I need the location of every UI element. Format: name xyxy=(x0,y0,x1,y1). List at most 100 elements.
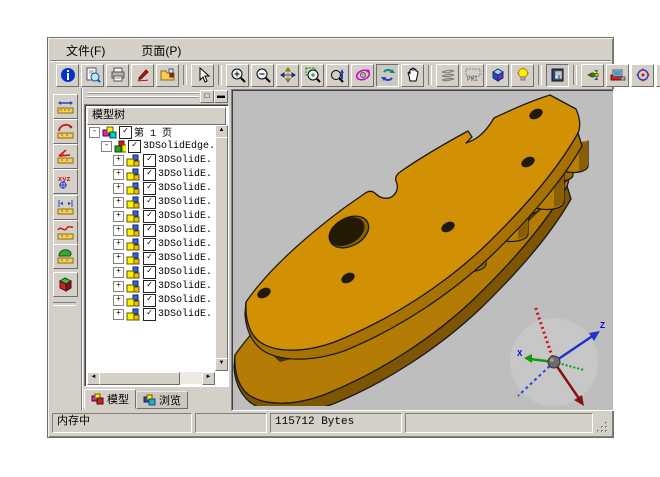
expander-icon[interactable]: + xyxy=(113,169,124,180)
scroll-right-icon[interactable]: ► xyxy=(202,372,215,385)
node-checkbox[interactable]: ✓ xyxy=(143,210,156,223)
tab-browse[interactable]: 浏览 xyxy=(136,391,188,409)
tree-node-label[interactable]: 3DSolidE. xyxy=(158,169,212,180)
measure-angle-button[interactable] xyxy=(53,144,78,169)
tree-row-part[interactable]: + ✓ 3DSolidE. xyxy=(87,279,215,293)
open-file-button[interactable] xyxy=(156,64,179,87)
expander-icon[interactable]: - xyxy=(89,127,100,138)
tree-row-page[interactable]: - ✓ 第 1 页 xyxy=(87,125,215,139)
panel-grip[interactable] xyxy=(87,92,199,100)
tree-row-part[interactable]: + ✓ 3DSolidE. xyxy=(87,251,215,265)
zoom-dynamic-button[interactable] xyxy=(326,64,349,87)
tree-node-label[interactable]: 3DSolidE. xyxy=(158,197,212,208)
menu-file[interactable]: 文件(F) xyxy=(62,40,109,61)
menu-page[interactable]: 页面(P) xyxy=(137,40,185,61)
annotate-button[interactable] xyxy=(131,64,154,87)
scroll-thumb[interactable] xyxy=(215,137,228,359)
expander-icon[interactable]: + xyxy=(113,309,124,320)
resize-grip[interactable] xyxy=(596,421,609,434)
node-checkbox[interactable]: ✓ xyxy=(143,266,156,279)
tree-row-part[interactable]: + ✓ 3DSolidE. xyxy=(87,237,215,251)
tree-node-label[interactable]: 3DSolidE. xyxy=(158,239,212,250)
tree-horizontal-scrollbar[interactable]: ◄ ► xyxy=(87,372,215,384)
expander-icon[interactable]: + xyxy=(113,281,124,292)
node-checkbox[interactable]: ✓ xyxy=(143,294,156,307)
layers-button[interactable] xyxy=(436,64,459,87)
measure-distance-button[interactable] xyxy=(53,195,78,220)
tree-row-part[interactable]: + ✓ 3DSolidE. xyxy=(87,181,215,195)
scroll-down-icon[interactable]: ▼ xyxy=(215,358,228,371)
node-checkbox[interactable]: ✓ xyxy=(119,126,132,139)
zoom-in-button[interactable] xyxy=(226,64,249,87)
expander-icon[interactable]: - xyxy=(101,141,112,152)
tree-node-label[interactable]: 3DSolidE. xyxy=(158,295,212,306)
node-checkbox[interactable]: ✓ xyxy=(143,280,156,293)
parts-button[interactable] xyxy=(656,64,660,87)
node-checkbox[interactable]: ✓ xyxy=(143,224,156,237)
expander-icon[interactable]: + xyxy=(113,183,124,194)
tree-node-label[interactable]: 3DSolidE. xyxy=(158,183,212,194)
tree-row-part[interactable]: + ✓ 3DSolidE. xyxy=(87,223,215,237)
tree-node-label[interactable]: 3DSolidE. xyxy=(158,253,212,264)
lighting-button[interactable] xyxy=(511,64,534,87)
move-component-button[interactable] xyxy=(631,64,654,87)
tree-node-label[interactable]: 3DSolidE. xyxy=(158,267,212,278)
expander-icon[interactable]: + xyxy=(113,197,124,208)
measure-horizontal-button[interactable] xyxy=(53,94,78,119)
pan-hand-button[interactable] xyxy=(401,64,424,87)
expander-icon[interactable]: + xyxy=(113,211,124,222)
tree-node-label[interactable]: 3DSolidEdge. xyxy=(143,141,215,152)
tree-node-label[interactable]: 3DSolidE. xyxy=(158,281,212,292)
node-checkbox[interactable]: ✓ xyxy=(143,196,156,209)
tree-node-label[interactable]: 3DSolidE. xyxy=(158,225,212,236)
tree-row-part[interactable]: + ✓ 3DSolidE. xyxy=(87,293,215,307)
measure-coordinate-button[interactable]: xyz xyxy=(53,169,78,194)
node-checkbox[interactable]: ✓ xyxy=(143,308,156,321)
zoom-window-button[interactable] xyxy=(301,64,324,87)
measure-radius-button[interactable] xyxy=(53,119,78,144)
expander-icon[interactable]: + xyxy=(113,225,124,236)
print-preview-button[interactable] xyxy=(81,64,104,87)
refresh-button[interactable] xyxy=(376,64,399,87)
expander-icon[interactable]: + xyxy=(113,267,124,278)
tree-row-part[interactable]: + ✓ 3DSolidE. xyxy=(87,307,215,321)
tree-node-label[interactable]: 第 1 页 xyxy=(134,125,172,140)
measure-area-button[interactable] xyxy=(53,244,78,269)
panel-hide-button[interactable]: ▬ xyxy=(214,90,228,103)
node-checkbox[interactable]: ✓ xyxy=(143,238,156,251)
node-checkbox[interactable]: ✓ xyxy=(143,252,156,265)
tree-row-assembly[interactable]: - ✓ 3DSolidEdge. xyxy=(87,139,215,153)
render-mode-button[interactable] xyxy=(486,64,509,87)
node-checkbox[interactable]: ✓ xyxy=(143,168,156,181)
tree-row-part[interactable]: + ✓ 3DSolidE. xyxy=(87,167,215,181)
node-checkbox[interactable]: ✓ xyxy=(143,182,156,195)
rotate-view-button[interactable] xyxy=(351,64,374,87)
zoom-out-button[interactable] xyxy=(251,64,274,87)
tree-row-part[interactable]: + ✓ 3DSolidE. xyxy=(87,209,215,223)
measure-curve-length-button[interactable] xyxy=(53,220,78,245)
print-button[interactable] xyxy=(106,64,129,87)
pmi-button[interactable]: PMI xyxy=(461,64,484,87)
tree-row-part[interactable]: + ✓ 3DSolidE. xyxy=(87,265,215,279)
pan-view-button[interactable] xyxy=(276,64,299,87)
scroll-thumb[interactable] xyxy=(99,372,180,385)
notebook-button[interactable] xyxy=(546,64,569,87)
panel-float-button[interactable]: □ xyxy=(200,90,214,103)
tree-node-label[interactable]: 3DSolidE. xyxy=(158,155,212,166)
viewport-3d[interactable]: Z X Y xyxy=(231,89,614,411)
panel-titlebar[interactable]: □ ▬ xyxy=(84,90,229,102)
tree-node-label[interactable]: 3DSolidE. xyxy=(158,309,212,320)
select-cursor-button[interactable] xyxy=(191,64,214,87)
expander-icon[interactable]: + xyxy=(113,239,124,250)
expander-icon[interactable]: + xyxy=(113,295,124,306)
tab-model[interactable]: 模型 xyxy=(84,389,136,409)
info-button[interactable] xyxy=(56,64,79,87)
tree-row-part[interactable]: + ✓ 3DSolidE. xyxy=(87,195,215,209)
measure-volume-button[interactable] xyxy=(53,272,78,297)
tree-vertical-scrollbar[interactable]: ▲ ▼ xyxy=(215,125,226,371)
expander-icon[interactable]: + xyxy=(113,253,124,264)
tree-node-label[interactable]: 3DSolidE. xyxy=(158,211,212,222)
tree-row-part[interactable]: + ✓ 3DSolidE. xyxy=(87,153,215,167)
node-checkbox[interactable]: ✓ xyxy=(128,140,141,153)
node-checkbox[interactable]: ✓ xyxy=(143,154,156,167)
